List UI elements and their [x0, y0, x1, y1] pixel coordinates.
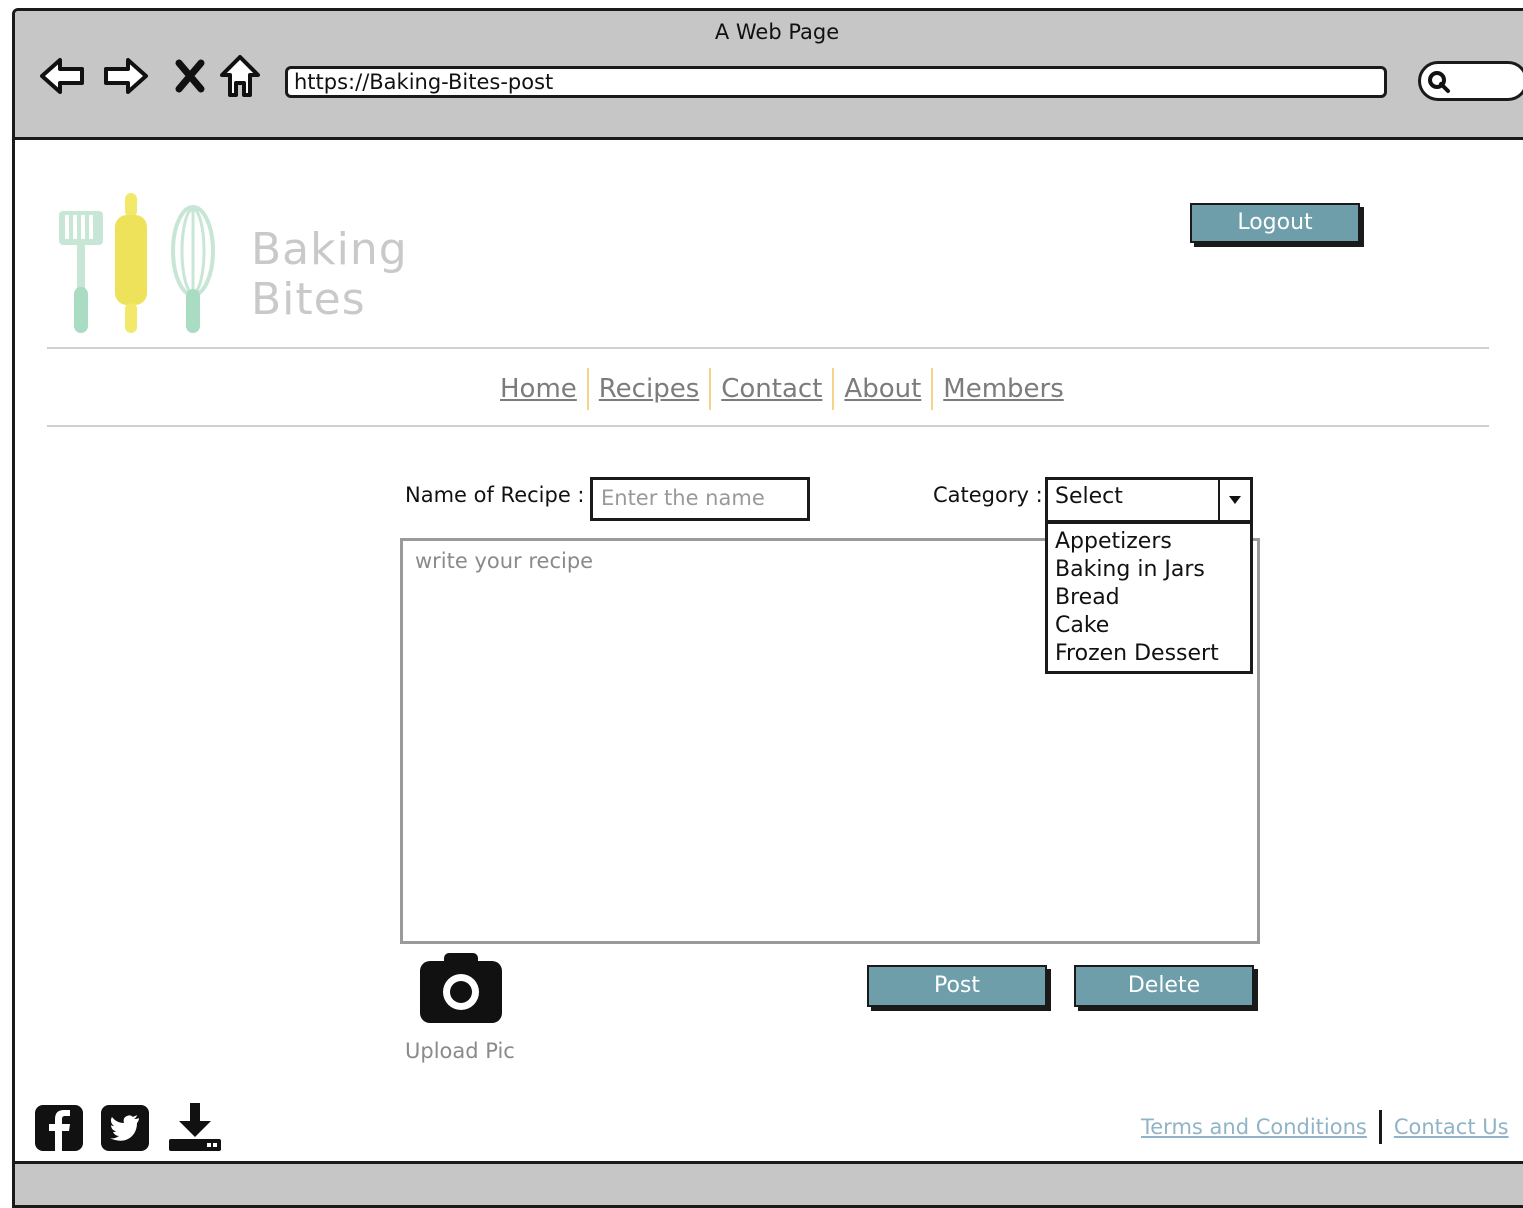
- category-option-cake[interactable]: Cake: [1048, 612, 1250, 640]
- nav-item-home[interactable]: Home: [490, 374, 587, 404]
- footer-separator: [1378, 1110, 1382, 1144]
- category-selected-value: Select: [1055, 484, 1123, 509]
- back-button[interactable]: [37, 51, 87, 101]
- browser-toolbar: A Web Page https://Baking-Bites-post: [15, 11, 1523, 140]
- baking-utensils-logo-icon: [59, 193, 215, 333]
- window-title: A Web Page: [714, 20, 840, 44]
- category-label: Category :: [933, 483, 1043, 507]
- back-arrow-icon: [40, 58, 84, 94]
- category-select[interactable]: Select: [1045, 477, 1253, 523]
- site-logo[interactable]: Baking Bites: [55, 189, 408, 339]
- forward-arrow-icon: [104, 58, 148, 94]
- nav-item-recipes[interactable]: Recipes: [589, 374, 709, 404]
- facebook-icon: [35, 1105, 83, 1151]
- category-option-appetizers[interactable]: Appetizers: [1048, 528, 1250, 556]
- home-icon: [220, 55, 260, 97]
- category-option-frozen-dessert[interactable]: Frozen Dessert: [1048, 640, 1250, 668]
- delete-button[interactable]: Delete: [1074, 965, 1254, 1007]
- close-icon: [175, 59, 205, 93]
- logo-line-1: Baking: [251, 224, 408, 275]
- browser-window: A Web Page https://Baking-Bites-post Bak…: [12, 8, 1523, 1208]
- category-dropdown-list: Appetizers Baking in Jars Bread Cake Fro…: [1045, 521, 1253, 674]
- logo-wordmark: Baking Bites: [251, 225, 408, 325]
- nav-item-about[interactable]: About: [834, 374, 931, 404]
- recipe-textarea-placeholder: write your recipe: [415, 549, 594, 573]
- category-option-bread[interactable]: Bread: [1048, 584, 1250, 612]
- search-icon: [1428, 71, 1450, 93]
- facebook-link[interactable]: [33, 1101, 87, 1155]
- logout-button[interactable]: Logout: [1190, 203, 1360, 243]
- browser-search-field[interactable]: [1418, 61, 1523, 101]
- header-divider: [47, 347, 1489, 349]
- terms-link[interactable]: Terms and Conditions: [1135, 1115, 1373, 1139]
- browser-status-bar: [15, 1161, 1523, 1205]
- chevron-down-icon: [1229, 496, 1241, 504]
- main-nav: Home Recipes Contact About Members: [490, 366, 1074, 412]
- footer-links: Terms and Conditions Contact Us: [1135, 1109, 1515, 1145]
- camera-icon: [420, 953, 502, 1023]
- upload-pic-label: Upload Pic: [405, 1039, 515, 1063]
- category-option-baking-in-jars[interactable]: Baking in Jars: [1048, 556, 1250, 584]
- download-icon: [169, 1103, 221, 1151]
- post-button[interactable]: Post: [867, 965, 1047, 1007]
- nav-item-contact[interactable]: Contact: [711, 374, 832, 404]
- recipe-name-input[interactable]: Enter the name: [590, 477, 810, 521]
- recipe-name-label: Name of Recipe :: [405, 483, 585, 507]
- upload-pic-button[interactable]: [418, 951, 504, 1026]
- nav-item-members[interactable]: Members: [933, 374, 1074, 404]
- download-link[interactable]: [167, 1101, 221, 1155]
- home-button[interactable]: [215, 51, 265, 101]
- logo-line-2: Bites: [251, 274, 366, 325]
- contact-us-link[interactable]: Contact Us: [1388, 1115, 1515, 1139]
- url-bar[interactable]: https://Baking-Bites-post: [285, 66, 1387, 98]
- stop-button[interactable]: [165, 51, 215, 101]
- twitter-icon: [101, 1105, 149, 1151]
- nav-divider: [47, 425, 1489, 427]
- dropdown-arrow[interactable]: [1218, 480, 1250, 520]
- twitter-link[interactable]: [99, 1101, 153, 1155]
- forward-button[interactable]: [101, 51, 151, 101]
